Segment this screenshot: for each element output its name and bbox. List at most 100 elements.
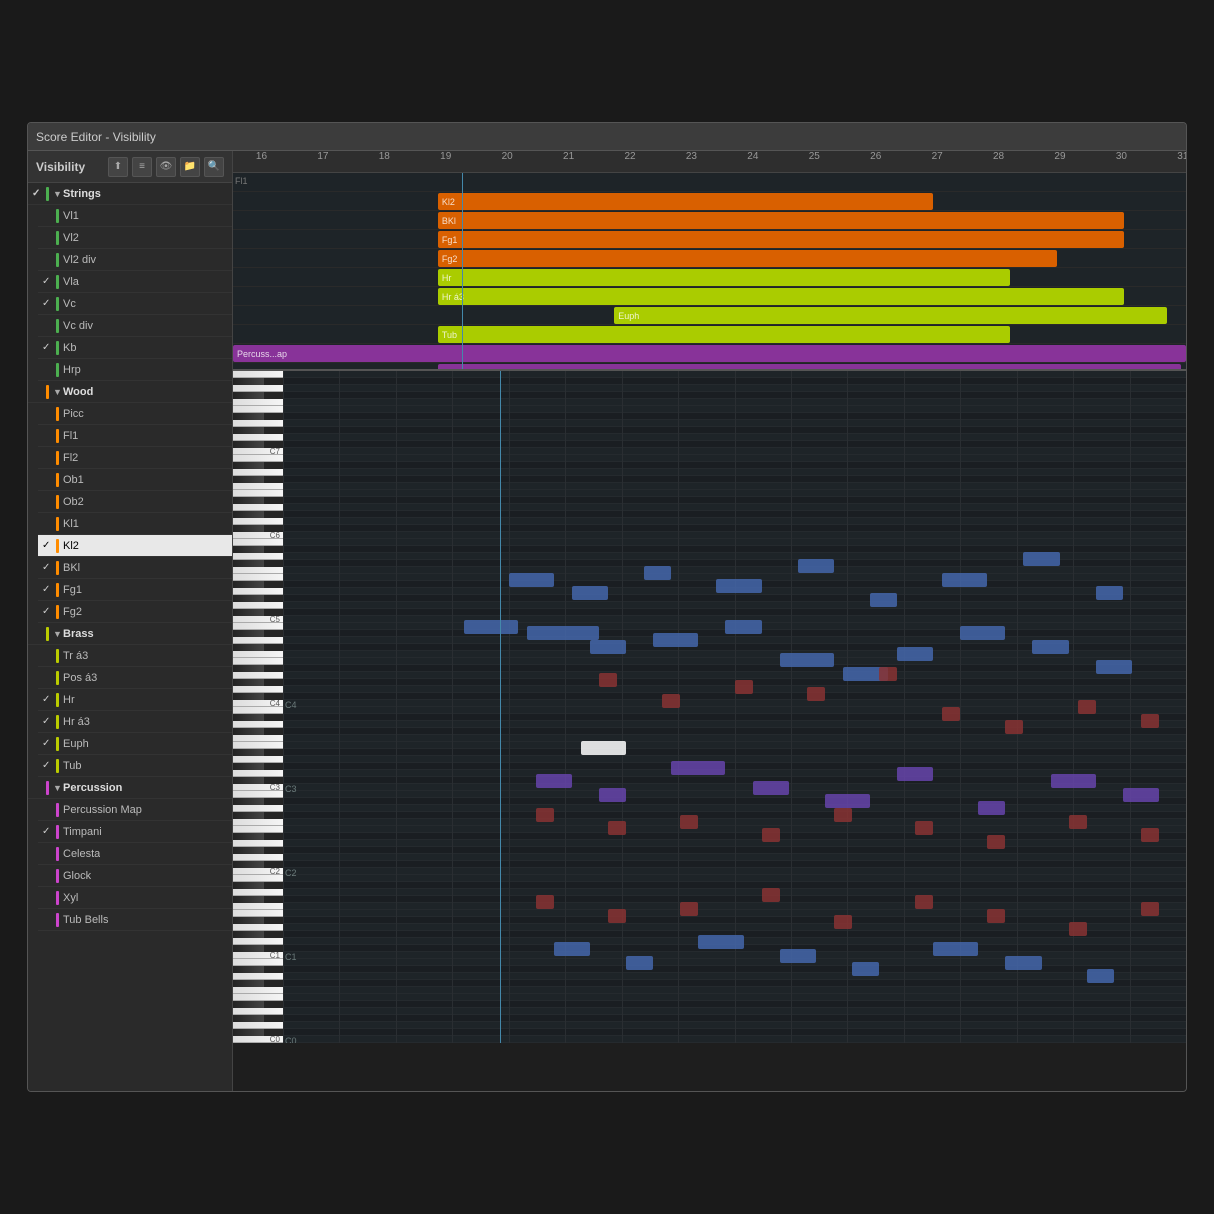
clip-fg1[interactable]: Fg1 bbox=[438, 231, 1124, 248]
piano-key-B0[interactable] bbox=[233, 959, 283, 966]
piano-key-B2[interactable] bbox=[233, 791, 283, 798]
piano-key-B1[interactable] bbox=[233, 875, 283, 882]
piano-key-G#0[interactable] bbox=[233, 980, 264, 987]
track-kl2[interactable]: ✓ Kl2 bbox=[38, 535, 232, 557]
piano-key-A#0[interactable] bbox=[233, 966, 264, 973]
piano-key-D#2[interactable] bbox=[233, 847, 264, 854]
piano-key-D5[interactable] bbox=[233, 602, 283, 609]
folder-button[interactable]: 📁 bbox=[180, 157, 200, 177]
group-percussion[interactable]: ▼ Percussion bbox=[28, 777, 232, 799]
piano-key-F#1[interactable] bbox=[233, 910, 283, 917]
hierarchy-button[interactable]: ≡ bbox=[132, 157, 152, 177]
note-1[interactable] bbox=[527, 626, 599, 640]
piano-key-F#3[interactable] bbox=[233, 742, 283, 749]
piano-key-B4[interactable] bbox=[233, 623, 283, 630]
track-timpani[interactable]: ✓ Timpani bbox=[38, 821, 232, 843]
note-31[interactable] bbox=[608, 821, 626, 835]
piano-key-D#7[interactable] bbox=[233, 427, 264, 434]
piano-key-D1[interactable] bbox=[233, 938, 283, 945]
piano-key-D3[interactable] bbox=[233, 770, 283, 777]
note-22[interactable] bbox=[599, 788, 626, 802]
track-fl1[interactable]: Fl1 bbox=[38, 425, 232, 447]
track-ob1[interactable]: Ob1 bbox=[38, 469, 232, 491]
piano-key-G5[interactable] bbox=[233, 567, 283, 574]
piano-key-G#4[interactable] bbox=[233, 644, 264, 651]
track-hrp[interactable]: Hrp bbox=[38, 359, 232, 381]
track-glock[interactable]: Glock bbox=[38, 865, 232, 887]
piano-key-G#2[interactable] bbox=[233, 812, 264, 819]
note-area[interactable]: C4C3C2C1C0 bbox=[283, 371, 1186, 1043]
note-48[interactable] bbox=[536, 895, 554, 909]
note-14[interactable] bbox=[807, 687, 825, 701]
clip-percuss[interactable]: Percuss...ap bbox=[233, 345, 1186, 362]
piano-key-D#3[interactable] bbox=[233, 763, 264, 770]
track-tub[interactable]: ✓ Tub bbox=[38, 755, 232, 777]
piano-key-A6[interactable] bbox=[233, 469, 283, 476]
piano-key-E2[interactable] bbox=[233, 840, 283, 847]
note-59[interactable] bbox=[698, 935, 743, 949]
note-30[interactable] bbox=[536, 808, 554, 822]
note-62[interactable] bbox=[933, 942, 978, 956]
note-36[interactable] bbox=[987, 835, 1005, 849]
note-16[interactable] bbox=[942, 707, 960, 721]
piano-key-A#1[interactable] bbox=[233, 882, 264, 889]
clip-hra3[interactable]: Hr á3 bbox=[438, 288, 1124, 305]
track-hra3[interactable]: ✓ Hr á3 bbox=[38, 711, 232, 733]
eye-button[interactable]: 👁 bbox=[156, 157, 176, 177]
piano-key-C#0[interactable] bbox=[233, 1029, 264, 1036]
piano-key-A#5[interactable] bbox=[233, 546, 264, 553]
piano-key-D#6[interactable] bbox=[233, 511, 264, 518]
piano-key-C#2[interactable] bbox=[233, 861, 264, 868]
clip-bkl[interactable]: BKl bbox=[438, 212, 1124, 229]
piano-key-B5[interactable] bbox=[233, 539, 283, 546]
piano-key-C#3[interactable] bbox=[233, 777, 264, 784]
note-55[interactable] bbox=[1069, 922, 1087, 936]
piano-key-F2[interactable] bbox=[233, 833, 264, 840]
note-21[interactable] bbox=[536, 774, 572, 788]
note-45[interactable] bbox=[942, 573, 987, 587]
note-24[interactable] bbox=[753, 781, 789, 795]
clip-euph[interactable]: Euph bbox=[614, 307, 1167, 324]
piano-key-C#1[interactable] bbox=[233, 945, 264, 952]
piano-key-G#5[interactable] bbox=[233, 560, 264, 567]
piano-key-C7[interactable]: C7 bbox=[233, 448, 283, 455]
piano-key-G6[interactable] bbox=[233, 483, 283, 490]
piano-key-A3[interactable] bbox=[233, 721, 283, 728]
note-40[interactable] bbox=[572, 586, 608, 600]
piano-key-A7[interactable] bbox=[233, 385, 283, 392]
piano-key-G4[interactable] bbox=[233, 651, 283, 658]
track-percussion-map[interactable]: Percussion Map bbox=[38, 799, 232, 821]
piano-key-G1[interactable] bbox=[233, 903, 283, 910]
note-38[interactable] bbox=[1141, 828, 1159, 842]
note-46[interactable] bbox=[1023, 552, 1059, 566]
piano-key-B7[interactable] bbox=[233, 371, 283, 378]
group-strings[interactable]: ✓ ▼ Strings bbox=[28, 183, 232, 205]
note-57[interactable] bbox=[554, 942, 590, 956]
track-fl2[interactable]: Fl2 bbox=[38, 447, 232, 469]
track-vl2[interactable]: Vl2 bbox=[38, 227, 232, 249]
piano-key-F5[interactable] bbox=[233, 581, 264, 588]
note-53[interactable] bbox=[915, 895, 933, 909]
track-picc[interactable]: Picc bbox=[38, 403, 232, 425]
piano-key-G2[interactable] bbox=[233, 819, 283, 826]
note-61[interactable] bbox=[852, 962, 879, 976]
clip-kl2[interactable]: Kl2 bbox=[438, 193, 934, 210]
piano-key-G#3[interactable] bbox=[233, 728, 264, 735]
piano-key-C#4[interactable] bbox=[233, 693, 264, 700]
piano-key-G0[interactable] bbox=[233, 987, 283, 994]
note-60[interactable] bbox=[780, 949, 816, 963]
note-37[interactable] bbox=[1069, 815, 1087, 829]
piano-key-C#7[interactable] bbox=[233, 441, 264, 448]
piano-key-F#5[interactable] bbox=[233, 574, 283, 581]
piano-key-B3[interactable] bbox=[233, 707, 283, 714]
piano-key-C0[interactable]: C0 bbox=[233, 1036, 283, 1043]
piano-key-D#1[interactable] bbox=[233, 931, 264, 938]
group-wood[interactable]: ▼ Wood bbox=[28, 381, 232, 403]
track-vcdiv[interactable]: Vc div bbox=[38, 315, 232, 337]
piano-key-E5[interactable] bbox=[233, 588, 283, 595]
piano-key-F#6[interactable] bbox=[233, 490, 283, 497]
note-5[interactable] bbox=[780, 653, 834, 667]
track-vl2div[interactable]: Vl2 div bbox=[38, 249, 232, 271]
note-52[interactable] bbox=[834, 915, 852, 929]
track-fg1[interactable]: ✓ Fg1 bbox=[38, 579, 232, 601]
